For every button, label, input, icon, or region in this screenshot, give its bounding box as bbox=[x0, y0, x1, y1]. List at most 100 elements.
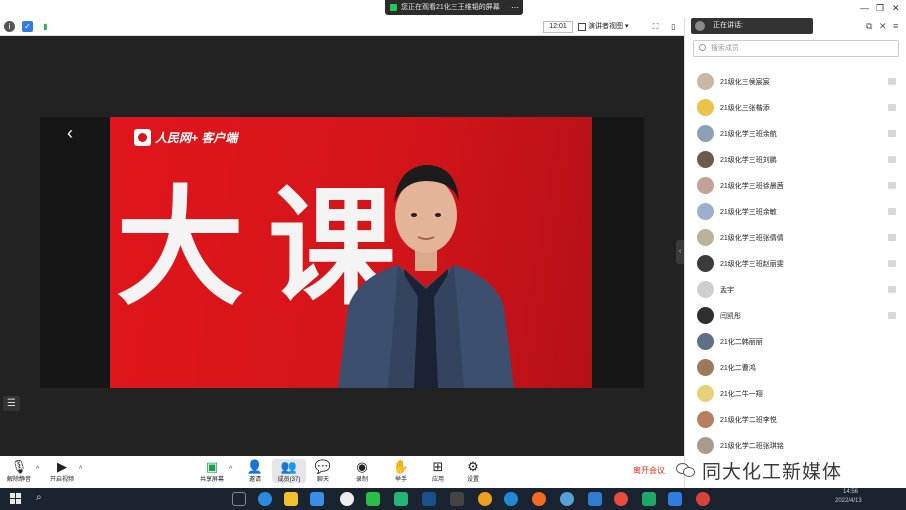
app-icon-3[interactable] bbox=[560, 492, 574, 506]
participant-row[interactable]: 21级化学三班刘鹏 bbox=[685, 147, 906, 173]
wechat-icon[interactable] bbox=[366, 492, 380, 506]
participant-row[interactable]: 21级化学三班赵丽雯 bbox=[685, 251, 906, 277]
participant-name: 21级化学三班余敏 bbox=[720, 209, 777, 216]
participant-row[interactable]: 21级化学三班徐晨茜 bbox=[685, 173, 906, 199]
settings-button[interactable]: ⚙ 设置 bbox=[456, 459, 490, 483]
edge-icon[interactable] bbox=[258, 492, 272, 506]
app-icon-5[interactable] bbox=[614, 492, 628, 506]
minimize-icon[interactable]: — bbox=[860, 3, 869, 13]
layout-toggle-icon[interactable]: ▯ bbox=[668, 21, 679, 32]
record-button[interactable]: ◉ 录制 bbox=[345, 459, 379, 483]
windows-taskbar: ⌕ 14:56 2022/4/13 bbox=[0, 488, 906, 510]
mic-muted-icon bbox=[888, 156, 896, 163]
panel-collapse-handle[interactable]: ‹ bbox=[676, 240, 684, 264]
meeting-toolbar: 🎙 解除静音 ^ ▶ 开启视频 ^ ▣ 共享屏幕 ^ 👤 邀请 👥 成员(37)… bbox=[0, 456, 684, 488]
app-icon-2[interactable] bbox=[478, 492, 492, 506]
mic-muted-icon bbox=[888, 104, 896, 111]
edge-dev-icon[interactable] bbox=[504, 492, 518, 506]
gallery-list-icon[interactable]: ☰ bbox=[3, 396, 20, 411]
unmute-label: 解除静音 bbox=[6, 477, 31, 483]
app-logo-icon bbox=[134, 129, 151, 146]
participant-row[interactable]: 21级化三张楷添 bbox=[685, 95, 906, 121]
participant-name: 21级化学二班张琪铭 bbox=[720, 443, 784, 450]
audio-options-caret-icon[interactable]: ^ bbox=[36, 466, 39, 473]
app-logo: 人民网+ 客户端 bbox=[134, 129, 237, 146]
chat-button[interactable]: 💬 聊天 bbox=[306, 459, 340, 483]
restore-icon[interactable]: ❐ bbox=[876, 3, 884, 14]
window-title-bar: 您正在观看21化三王维韬的屏幕 ⋯ — ❐ ✕ bbox=[0, 0, 906, 18]
settings-icon: ⚙ bbox=[467, 459, 479, 474]
invite-button[interactable]: 👤 邀请 bbox=[238, 459, 272, 483]
info-icon[interactable]: i bbox=[4, 21, 15, 32]
participant-row[interactable]: 21化二韩丽丽 bbox=[685, 329, 906, 355]
close-panel-icon[interactable]: ✕ bbox=[879, 21, 887, 32]
unmute-button[interactable]: 🎙 解除静音 bbox=[2, 459, 36, 483]
clock-time[interactable]: 14:56 bbox=[843, 489, 858, 495]
watermark-text: 同大化工新媒体 bbox=[702, 460, 843, 483]
participant-name: 21化二牛一翔 bbox=[720, 391, 763, 398]
speaker-view-label: 演讲者视图 bbox=[588, 23, 623, 30]
signal-strength-icon[interactable]: ▮ bbox=[40, 21, 51, 32]
video-options-caret-icon[interactable]: ^ bbox=[79, 466, 82, 473]
participant-row[interactable]: 21级化学三班余航 bbox=[685, 121, 906, 147]
participant-row[interactable]: 21级化学三班张倩倩 bbox=[685, 225, 906, 251]
mic-muted-icon: 🎙 bbox=[10, 459, 28, 474]
share-options-caret-icon[interactable]: ^ bbox=[229, 466, 232, 473]
participant-row[interactable]: 孟宇 bbox=[685, 277, 906, 303]
mail-icon[interactable] bbox=[310, 492, 324, 506]
participant-avatar bbox=[697, 99, 714, 116]
chat-icon: 💬 bbox=[314, 459, 332, 474]
security-shield-icon[interactable]: ✓ bbox=[22, 21, 33, 32]
task-view-icon[interactable] bbox=[232, 492, 246, 506]
close-icon[interactable]: ✕ bbox=[892, 3, 900, 14]
back-arrow-icon[interactable]: ‹ bbox=[67, 123, 73, 144]
participant-name: 21级化学三班徐晨茜 bbox=[720, 183, 784, 190]
media-player-icon[interactable] bbox=[394, 492, 408, 506]
screen-share-notice-text: 您正在观看21化三王维韬的屏幕 bbox=[401, 4, 500, 11]
popout-panel-icon[interactable]: ⧉ bbox=[866, 21, 872, 32]
leave-meeting-button[interactable]: 离开会议 bbox=[633, 465, 665, 476]
fullscreen-icon[interactable]: ⛶ bbox=[650, 21, 661, 32]
app-icon-6[interactable] bbox=[642, 492, 656, 506]
participant-row[interactable]: 闫凯彤 bbox=[685, 303, 906, 329]
participant-avatar bbox=[697, 359, 714, 376]
more-options-icon[interactable]: ⋯ bbox=[511, 0, 519, 15]
search-icon bbox=[699, 44, 706, 51]
app-icon-4[interactable] bbox=[588, 492, 602, 506]
firefox-icon[interactable] bbox=[532, 492, 546, 506]
mic-muted-icon bbox=[888, 78, 896, 85]
wechat-logo-icon bbox=[676, 463, 696, 477]
participant-row[interactable]: 21化二曹鸿 bbox=[685, 355, 906, 381]
apps-button[interactable]: ⊞ 应用 bbox=[421, 459, 455, 483]
participant-avatar bbox=[697, 125, 714, 142]
participant-row[interactable]: 21级化三侯宸宸 bbox=[685, 69, 906, 95]
participant-row[interactable]: 21级化学三班余敏 bbox=[685, 199, 906, 225]
steam-icon[interactable] bbox=[422, 492, 436, 506]
clock-date[interactable]: 2022/4/13 bbox=[835, 498, 862, 504]
screen-share-notice[interactable]: 您正在观看21化三王维韬的屏幕 ⋯ bbox=[385, 0, 523, 15]
taskbar-search-icon[interactable]: ⌕ bbox=[36, 492, 50, 506]
active-speaker-label: 正在讲话: bbox=[713, 22, 743, 29]
participant-row[interactable]: 21化二牛一翔 bbox=[685, 381, 906, 407]
file-explorer-icon[interactable] bbox=[284, 492, 298, 506]
participants-panel: 正在讲话: ⧉ ✕ ≡ 搜索成员 21级化三侯宸宸 21级化三张楷添 21级化学三班… bbox=[684, 18, 906, 488]
mic-muted-icon bbox=[888, 312, 896, 319]
speaker-view-button[interactable]: 演讲者视图 ▾ bbox=[578, 21, 628, 33]
raise-hand-button[interactable]: ✋ 举手 bbox=[384, 459, 418, 483]
panel-menu-icon[interactable]: ≡ bbox=[893, 21, 898, 31]
qq-icon[interactable] bbox=[340, 492, 354, 506]
participant-avatar bbox=[697, 255, 714, 272]
record-icon: ◉ bbox=[356, 459, 368, 474]
app-icon-7[interactable] bbox=[696, 492, 710, 506]
search-members-input[interactable]: 搜索成员 bbox=[693, 40, 899, 57]
meeting-app-icon[interactable] bbox=[668, 492, 682, 506]
app-icon-1[interactable] bbox=[450, 492, 464, 506]
chat-label: 聊天 bbox=[316, 477, 329, 483]
members-button[interactable]: 👥 成员(37) bbox=[272, 459, 306, 483]
participant-row[interactable]: 21级化学二班李悦 bbox=[685, 407, 906, 433]
participant-avatar bbox=[697, 177, 714, 194]
participant-list: 21级化三侯宸宸 21级化三张楷添 21级化学三班余航 21级化学三班刘鹏 21级化学三… bbox=[685, 69, 906, 459]
start-video-button[interactable]: ▶ 开启视频 bbox=[45, 459, 79, 483]
share-screen-button[interactable]: ▣ 共享屏幕 bbox=[195, 459, 229, 483]
windows-start-icon[interactable] bbox=[10, 493, 22, 505]
